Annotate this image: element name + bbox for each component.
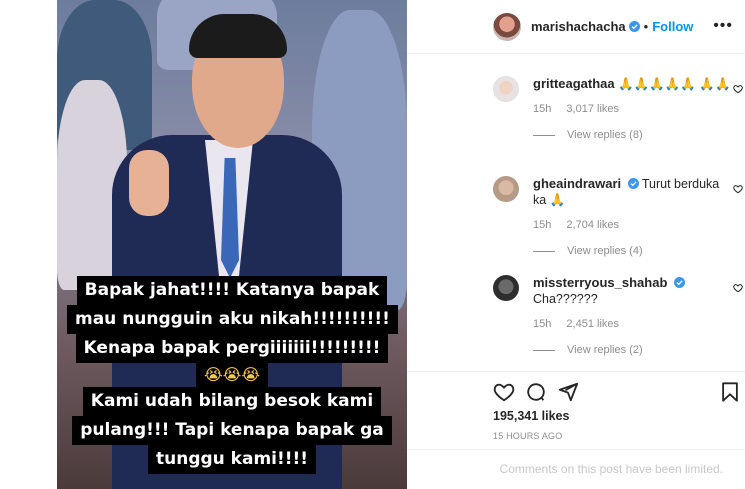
comment-icon[interactable] [525, 381, 547, 403]
view-replies-button[interactable]: View replies (2) [533, 344, 733, 356]
bookmark-icon[interactable] [719, 381, 741, 403]
actions-divider [407, 371, 745, 372]
comment-meta: 15h 2,704 likes [533, 219, 733, 231]
comment-body: gheaindrawari Turut berduka ka 🙏 [533, 176, 733, 208]
post-timestamp[interactable]: 15 HOURS AGO [493, 431, 562, 441]
comment-item: missterryous_shahab Cha?????? 15h 2,451 … [493, 275, 743, 356]
comment-body: gritteagathaa 🙏🙏🙏🙏🙏 🙏🙏 [533, 76, 733, 92]
comment-item: gheaindrawari Turut berduka ka 🙏 15h 2,7… [493, 176, 743, 257]
verified-badge-icon [627, 178, 639, 189]
commenter-username[interactable]: gheaindrawari [533, 176, 621, 191]
replies-divider [533, 349, 555, 351]
comment-text: Cha?????? [533, 292, 598, 306]
comment-like-heart-icon[interactable] [733, 84, 743, 94]
comment-text: 🙏🙏🙏🙏🙏 🙏🙏 [618, 77, 731, 91]
comment-meta: 15h 2,451 likes [533, 318, 733, 330]
commenter-avatar[interactable] [493, 275, 519, 301]
replies-divider [533, 250, 555, 252]
comment-like-heart-icon[interactable] [733, 283, 743, 293]
verified-badge-icon [628, 21, 640, 32]
comment-body: missterryous_shahab Cha?????? [533, 275, 733, 307]
post-header: marishachacha • Follow ••• [407, 0, 745, 54]
comment-time[interactable]: 15h [533, 103, 551, 115]
commenter-username[interactable]: gritteagathaa [533, 76, 615, 91]
caption-line-4: 😭😭😭 [195, 363, 269, 387]
comments-limited-notice: Comments on this post have been limited. [499, 462, 723, 476]
comment-likes[interactable]: 2,451 likes [566, 318, 619, 330]
more-options-icon[interactable]: ••• [713, 17, 733, 35]
action-bar [493, 381, 745, 407]
post-likes-count[interactable]: 195,341 likes [493, 409, 569, 423]
caption-overlay: Bapak jahat!!!! Katanya bapak mau nunggu… [67, 276, 398, 474]
person-hair [189, 14, 287, 58]
verified-badge-icon [673, 277, 685, 288]
comment-time[interactable]: 15h [533, 318, 551, 330]
replies-divider [533, 134, 555, 136]
share-icon[interactable] [557, 381, 579, 403]
view-replies-label: View replies (8) [567, 129, 643, 141]
comment-likes[interactable]: 2,704 likes [566, 219, 619, 231]
heart-icon[interactable] [493, 381, 515, 403]
commenter-username[interactable]: missterryous_shahab [533, 275, 667, 290]
caption-line-1: Bapak jahat!!!! Katanya bapak [76, 276, 388, 305]
view-replies-label: View replies (4) [567, 245, 643, 257]
caption-line-5: Kami udah bilang besok kami [82, 387, 382, 416]
caption-line-6: pulang!!! Tapi kenapa bapak ga [72, 416, 392, 445]
left-gutter [0, 0, 57, 489]
comment-like-heart-icon[interactable] [733, 184, 743, 194]
commenter-avatar[interactable] [493, 76, 519, 102]
author-avatar[interactable] [493, 13, 521, 41]
comment-item: gritteagathaa 🙏🙏🙏🙏🙏 🙏🙏 15h 3,017 likes V… [493, 76, 743, 141]
comment-likes[interactable]: 3,017 likes [566, 103, 619, 115]
view-replies-button[interactable]: View replies (8) [533, 129, 733, 141]
separator-dot: • [643, 19, 649, 34]
limited-divider [407, 449, 745, 450]
person-hand [129, 150, 169, 216]
caption-line-2: mau nungguin aku nikah!!!!!!!!!! [67, 305, 398, 334]
post-side-panel: marishachacha • Follow ••• gritteagathaa… [407, 0, 745, 489]
view-replies-button[interactable]: View replies (4) [533, 245, 733, 257]
comment-time[interactable]: 15h [533, 219, 551, 231]
caption-line-7: tunggu kami!!!! [147, 445, 317, 474]
author-username[interactable]: marishachacha [531, 19, 626, 34]
post-media[interactable]: Bapak jahat!!!! Katanya bapak mau nunggu… [57, 0, 407, 489]
caption-line-3: Kenapa bapak pergiiiiiii!!!!!!!!! [75, 334, 389, 363]
comment-meta: 15h 3,017 likes [533, 103, 733, 115]
crying-emoji-row: 😭😭😭 [203, 365, 261, 384]
follow-button[interactable]: Follow [652, 19, 693, 34]
view-replies-label: View replies (2) [567, 344, 643, 356]
commenter-avatar[interactable] [493, 176, 519, 202]
